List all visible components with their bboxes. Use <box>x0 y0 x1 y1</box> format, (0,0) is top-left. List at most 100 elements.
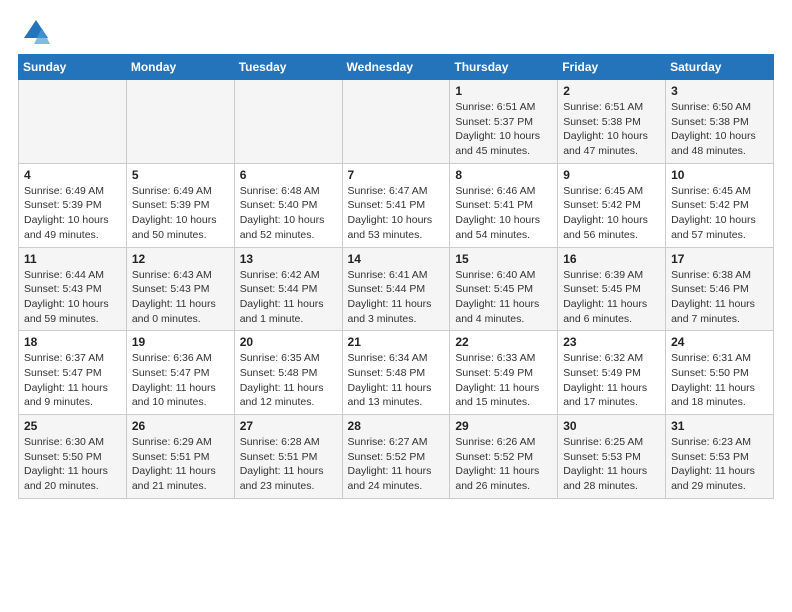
day-info: Sunrise: 6:41 AM Sunset: 5:44 PM Dayligh… <box>348 268 446 327</box>
week-row-3: 11 Sunrise: 6:44 AM Sunset: 5:43 PM Dayli… <box>19 247 774 331</box>
day-info: Sunrise: 6:40 AM Sunset: 5:45 PM Dayligh… <box>455 268 553 327</box>
day-info: Sunrise: 6:37 AM Sunset: 5:47 PM Dayligh… <box>24 351 122 410</box>
day-cell: 25 Sunrise: 6:30 AM Sunset: 5:50 PM Dayli… <box>19 415 127 499</box>
day-number: 1 <box>455 84 553 98</box>
day-cell: 13 Sunrise: 6:42 AM Sunset: 5:44 PM Dayli… <box>234 247 342 331</box>
day-info: Sunrise: 6:38 AM Sunset: 5:46 PM Dayligh… <box>671 268 769 327</box>
day-cell: 3 Sunrise: 6:50 AM Sunset: 5:38 PM Daylig… <box>666 80 774 164</box>
day-number: 2 <box>563 84 661 98</box>
day-number: 19 <box>132 335 230 349</box>
day-info: Sunrise: 6:48 AM Sunset: 5:40 PM Dayligh… <box>240 184 338 243</box>
day-number: 15 <box>455 252 553 266</box>
weekday-header-sunday: Sunday <box>19 55 127 80</box>
day-info: Sunrise: 6:30 AM Sunset: 5:50 PM Dayligh… <box>24 435 122 494</box>
day-info: Sunrise: 6:34 AM Sunset: 5:48 PM Dayligh… <box>348 351 446 410</box>
day-number: 16 <box>563 252 661 266</box>
day-number: 11 <box>24 252 122 266</box>
week-row-5: 25 Sunrise: 6:30 AM Sunset: 5:50 PM Dayli… <box>19 415 774 499</box>
weekday-header-tuesday: Tuesday <box>234 55 342 80</box>
day-info: Sunrise: 6:31 AM Sunset: 5:50 PM Dayligh… <box>671 351 769 410</box>
day-cell <box>234 80 342 164</box>
day-info: Sunrise: 6:33 AM Sunset: 5:49 PM Dayligh… <box>455 351 553 410</box>
day-number: 29 <box>455 419 553 433</box>
day-number: 8 <box>455 168 553 182</box>
week-row-1: 1 Sunrise: 6:51 AM Sunset: 5:37 PM Daylig… <box>19 80 774 164</box>
day-info: Sunrise: 6:44 AM Sunset: 5:43 PM Dayligh… <box>24 268 122 327</box>
weekday-header-row: SundayMondayTuesdayWednesdayThursdayFrid… <box>19 55 774 80</box>
day-cell: 10 Sunrise: 6:45 AM Sunset: 5:42 PM Dayli… <box>666 163 774 247</box>
day-info: Sunrise: 6:45 AM Sunset: 5:42 PM Dayligh… <box>671 184 769 243</box>
day-number: 24 <box>671 335 769 349</box>
day-cell: 22 Sunrise: 6:33 AM Sunset: 5:49 PM Dayli… <box>450 331 558 415</box>
day-cell <box>19 80 127 164</box>
weekday-header-saturday: Saturday <box>666 55 774 80</box>
day-cell: 4 Sunrise: 6:49 AM Sunset: 5:39 PM Daylig… <box>19 163 127 247</box>
day-info: Sunrise: 6:47 AM Sunset: 5:41 PM Dayligh… <box>348 184 446 243</box>
day-number: 28 <box>348 419 446 433</box>
day-number: 6 <box>240 168 338 182</box>
day-cell <box>126 80 234 164</box>
day-number: 27 <box>240 419 338 433</box>
day-number: 21 <box>348 335 446 349</box>
day-number: 31 <box>671 419 769 433</box>
day-info: Sunrise: 6:23 AM Sunset: 5:53 PM Dayligh… <box>671 435 769 494</box>
day-info: Sunrise: 6:42 AM Sunset: 5:44 PM Dayligh… <box>240 268 338 327</box>
day-cell: 15 Sunrise: 6:40 AM Sunset: 5:45 PM Dayli… <box>450 247 558 331</box>
day-cell: 17 Sunrise: 6:38 AM Sunset: 5:46 PM Dayli… <box>666 247 774 331</box>
weekday-header-monday: Monday <box>126 55 234 80</box>
day-cell: 20Sunrise: 6:35 AM Sunset: 5:48 PM Dayli… <box>234 331 342 415</box>
day-number: 26 <box>132 419 230 433</box>
day-number: 4 <box>24 168 122 182</box>
day-cell: 12 Sunrise: 6:43 AM Sunset: 5:43 PM Dayli… <box>126 247 234 331</box>
day-info: Sunrise: 6:49 AM Sunset: 5:39 PM Dayligh… <box>132 184 230 243</box>
day-info: Sunrise: 6:25 AM Sunset: 5:53 PM Dayligh… <box>563 435 661 494</box>
day-number: 18 <box>24 335 122 349</box>
day-info: Sunrise: 6:45 AM Sunset: 5:42 PM Dayligh… <box>563 184 661 243</box>
weekday-header-wednesday: Wednesday <box>342 55 450 80</box>
day-info: Sunrise: 6:35 AM Sunset: 5:48 PM Dayligh… <box>240 351 338 410</box>
logo-icon <box>22 18 50 46</box>
day-number: 23 <box>563 335 661 349</box>
day-number: 9 <box>563 168 661 182</box>
calendar-table: SundayMondayTuesdayWednesdayThursdayFrid… <box>18 54 774 499</box>
day-cell: 23Sunrise: 6:32 AM Sunset: 5:49 PM Dayli… <box>558 331 666 415</box>
day-cell: 21 Sunrise: 6:34 AM Sunset: 5:48 PM Dayli… <box>342 331 450 415</box>
day-cell: 14 Sunrise: 6:41 AM Sunset: 5:44 PM Dayli… <box>342 247 450 331</box>
day-info: Sunrise: 6:27 AM Sunset: 5:52 PM Dayligh… <box>348 435 446 494</box>
day-info: Sunrise: 6:49 AM Sunset: 5:39 PM Dayligh… <box>24 184 122 243</box>
day-info: Sunrise: 6:26 AM Sunset: 5:52 PM Dayligh… <box>455 435 553 494</box>
day-cell: 31 Sunrise: 6:23 AM Sunset: 5:53 PM Dayli… <box>666 415 774 499</box>
day-number: 10 <box>671 168 769 182</box>
day-cell: 11 Sunrise: 6:44 AM Sunset: 5:43 PM Dayli… <box>19 247 127 331</box>
day-info: Sunrise: 6:46 AM Sunset: 5:41 PM Dayligh… <box>455 184 553 243</box>
header <box>18 18 774 46</box>
day-number: 22 <box>455 335 553 349</box>
day-info: Sunrise: 6:39 AM Sunset: 5:45 PM Dayligh… <box>563 268 661 327</box>
day-cell: 5 Sunrise: 6:49 AM Sunset: 5:39 PM Daylig… <box>126 163 234 247</box>
day-info: Sunrise: 6:43 AM Sunset: 5:43 PM Dayligh… <box>132 268 230 327</box>
day-number: 25 <box>24 419 122 433</box>
day-cell: 26 Sunrise: 6:29 AM Sunset: 5:51 PM Dayli… <box>126 415 234 499</box>
day-number: 12 <box>132 252 230 266</box>
day-info: Sunrise: 6:51 AM Sunset: 5:37 PM Dayligh… <box>455 100 553 159</box>
day-cell: 6 Sunrise: 6:48 AM Sunset: 5:40 PM Daylig… <box>234 163 342 247</box>
day-number: 14 <box>348 252 446 266</box>
day-number: 3 <box>671 84 769 98</box>
day-cell: 24 Sunrise: 6:31 AM Sunset: 5:50 PM Dayli… <box>666 331 774 415</box>
weekday-header-thursday: Thursday <box>450 55 558 80</box>
day-cell: 8 Sunrise: 6:46 AM Sunset: 5:41 PM Daylig… <box>450 163 558 247</box>
day-number: 5 <box>132 168 230 182</box>
day-number: 17 <box>671 252 769 266</box>
day-cell: 7 Sunrise: 6:47 AM Sunset: 5:41 PM Daylig… <box>342 163 450 247</box>
day-cell: 2Sunrise: 6:51 AM Sunset: 5:38 PM Daylig… <box>558 80 666 164</box>
day-cell: 16 Sunrise: 6:39 AM Sunset: 5:45 PM Dayli… <box>558 247 666 331</box>
week-row-4: 18 Sunrise: 6:37 AM Sunset: 5:47 PM Dayli… <box>19 331 774 415</box>
day-info: Sunrise: 6:29 AM Sunset: 5:51 PM Dayligh… <box>132 435 230 494</box>
day-cell: 9 Sunrise: 6:45 AM Sunset: 5:42 PM Daylig… <box>558 163 666 247</box>
day-cell: 19 Sunrise: 6:36 AM Sunset: 5:47 PM Dayli… <box>126 331 234 415</box>
day-info: Sunrise: 6:36 AM Sunset: 5:47 PM Dayligh… <box>132 351 230 410</box>
day-number: 7 <box>348 168 446 182</box>
day-info: Sunrise: 6:50 AM Sunset: 5:38 PM Dayligh… <box>671 100 769 159</box>
day-number: 13 <box>240 252 338 266</box>
page: SundayMondayTuesdayWednesdayThursdayFrid… <box>0 0 792 511</box>
